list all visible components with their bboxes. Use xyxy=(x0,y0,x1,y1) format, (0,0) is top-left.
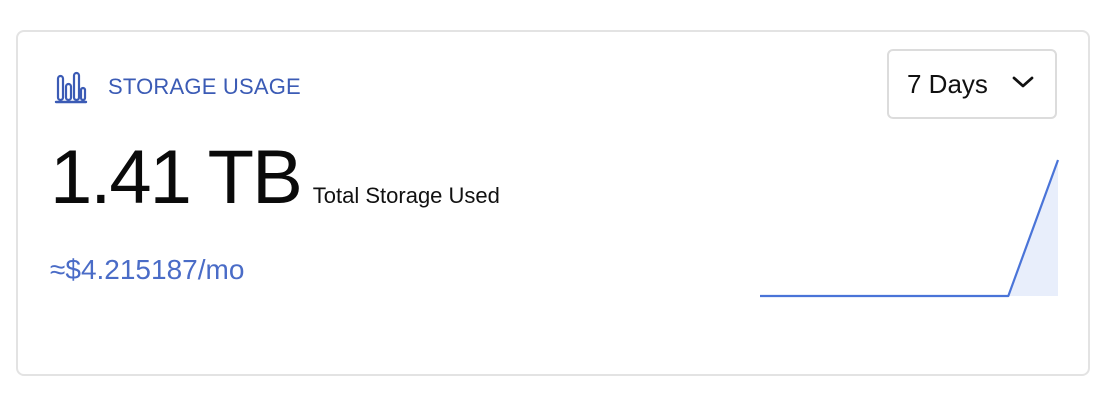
bar-chart-icon xyxy=(54,70,88,104)
storage-used-caption: Total Storage Used xyxy=(312,183,500,208)
time-range-selected: 7 Days xyxy=(907,68,988,99)
sparkline-line xyxy=(760,159,1060,298)
chevron-down-icon xyxy=(1011,74,1035,95)
storage-usage-card: STORAGE USAGE 7 Days 1.41 TB Total Stora… xyxy=(16,30,1090,376)
card-title: STORAGE USAGE xyxy=(108,74,301,99)
storage-used-value: 1.41 TB xyxy=(50,135,303,220)
card-header: STORAGE USAGE xyxy=(54,70,301,104)
sparkline-area xyxy=(760,160,1058,296)
time-range-dropdown[interactable]: 7 Days xyxy=(887,49,1057,119)
storage-metric: 1.41 TB Total Storage Used xyxy=(50,140,500,216)
monthly-cost: ≈$4.215187/mo xyxy=(50,254,245,285)
storage-sparkline xyxy=(760,159,1060,298)
